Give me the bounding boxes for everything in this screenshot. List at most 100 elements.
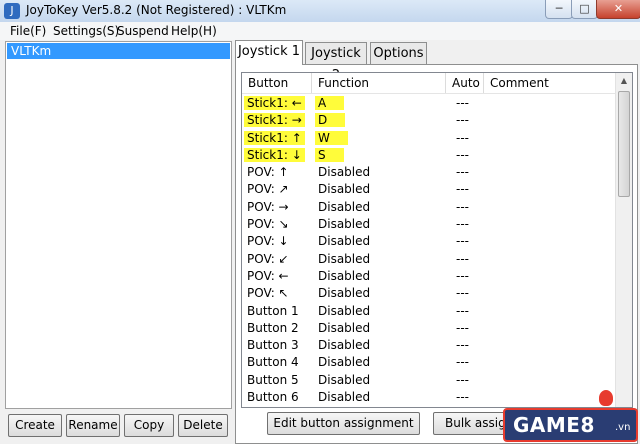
table-row[interactable]: POV: ↙ Disabled --- (242, 251, 615, 268)
logo-brand: GAME8 (513, 413, 595, 437)
row-auto-cell: --- (456, 303, 469, 318)
row-auto-cell: --- (456, 165, 469, 180)
menu-file[interactable]: File(F) (10, 24, 46, 38)
row-function-cell: Disabled (318, 234, 371, 249)
menu-settings[interactable]: Settings(S) (53, 24, 119, 38)
scroll-thumb[interactable] (618, 91, 630, 197)
row-button-cell: Button 3 (247, 338, 299, 353)
menu-bar: File(F) Settings(S) Suspend Help(H) (0, 22, 640, 40)
row-button-cell: POV: ↖ (247, 286, 289, 301)
row-function-cell: Disabled (318, 268, 371, 283)
row-auto-cell: --- (456, 372, 469, 387)
title-bar: J JoyToKey Ver5.8.2 (Not Registered) : V… (0, 0, 640, 23)
row-button-cell: POV: ↓ (247, 234, 289, 249)
header-auto[interactable]: Auto (446, 73, 484, 93)
row-button-cell: POV: ↙ (247, 251, 289, 266)
row-function-cell: Disabled (318, 182, 371, 197)
table-row[interactable]: Stick1: ← A --- (242, 95, 615, 112)
assignment-table[interactable]: Button Function Auto Comment Stick1: ← A -… (241, 72, 633, 408)
table-row[interactable]: POV: ↗ Disabled --- (242, 181, 615, 198)
vertical-scrollbar[interactable]: ▲ (615, 73, 632, 407)
row-button-cell: Button 5 (247, 372, 299, 387)
row-button-cell: POV: ↗ (247, 182, 289, 197)
row-function-cell: D (315, 113, 346, 128)
row-button-cell: Stick1: ← (244, 96, 305, 110)
game8-logo: GAME8 .vn (503, 408, 638, 442)
tab-joystick-1[interactable]: Joystick 1 (235, 40, 303, 65)
header-comment[interactable]: Comment (484, 73, 615, 93)
row-function-cell: Disabled (318, 165, 371, 180)
row-button-cell: Button 6 (247, 390, 299, 405)
table-row[interactable]: Button 2 Disabled --- (242, 320, 615, 337)
row-auto-cell: --- (456, 286, 469, 301)
table-row[interactable]: Stick1: → D --- (242, 112, 615, 129)
row-function-cell: W (315, 130, 348, 145)
table-row[interactable]: Button 5 Disabled --- (242, 372, 615, 389)
row-function-cell: S (315, 147, 344, 162)
row-auto-cell: --- (456, 217, 469, 232)
delete-button[interactable]: Delete (178, 414, 228, 437)
table-row[interactable]: Stick1: ↓ S --- (242, 147, 615, 164)
row-button-cell: Button 2 (247, 320, 299, 335)
row-auto-cell: --- (456, 338, 469, 353)
row-auto-cell: --- (456, 234, 469, 249)
header-button[interactable]: Button (242, 73, 312, 93)
row-function-cell: Disabled (318, 286, 371, 301)
scroll-up-icon[interactable]: ▲ (618, 75, 630, 87)
row-auto-cell: --- (456, 320, 469, 335)
create-button[interactable]: Create (8, 414, 62, 437)
row-button-cell: Button 1 (247, 303, 299, 318)
window-title: JoyToKey Ver5.8.2 (Not Registered) : VLT… (26, 3, 287, 17)
tab-joystick-2[interactable]: Joystick 2 (305, 42, 367, 83)
row-button-cell: Stick1: → (244, 113, 305, 128)
flame-icon (599, 390, 613, 406)
close-button[interactable]: ✕ (596, 0, 640, 19)
table-body: Stick1: ← A --- Stick1: → D --- Stick1: ↑ W --- S… (242, 95, 615, 406)
table-row[interactable]: POV: ← Disabled --- (242, 268, 615, 285)
header-function[interactable]: Function (312, 73, 446, 93)
rename-button[interactable]: Rename (66, 414, 120, 437)
table-row[interactable]: Button 4 Disabled --- (242, 354, 615, 371)
table-row[interactable]: Button 1 Disabled --- (242, 303, 615, 320)
tab-options[interactable]: Options (370, 42, 427, 64)
row-function-cell: Disabled (318, 372, 371, 387)
menu-help[interactable]: Help(H) (171, 24, 217, 38)
table-row[interactable]: Button 3 Disabled --- (242, 337, 615, 354)
row-auto-cell: --- (456, 113, 469, 128)
row-button-cell: POV: ↑ (247, 165, 289, 180)
maximize-button[interactable]: □ (571, 0, 598, 19)
row-auto-cell: --- (456, 390, 469, 405)
config-list[interactable]: VLTKm (5, 41, 232, 409)
table-row[interactable]: POV: ↘ Disabled --- (242, 216, 615, 233)
table-row[interactable]: Button 6 Disabled --- (242, 389, 615, 406)
table-row[interactable]: POV: ↖ Disabled --- (242, 285, 615, 302)
row-auto-cell: --- (456, 268, 469, 283)
row-function-cell: Disabled (318, 320, 371, 335)
menu-suspend[interactable]: Suspend (117, 24, 169, 38)
edit-button-assignment-button[interactable]: Edit button assignment (267, 412, 420, 435)
table-row[interactable]: POV: → Disabled --- (242, 199, 615, 216)
table-row[interactable]: POV: ↓ Disabled --- (242, 233, 615, 250)
row-function-cell: Disabled (318, 390, 371, 405)
copy-button[interactable]: Copy (124, 414, 174, 437)
row-button-cell: POV: ↘ (247, 217, 289, 232)
row-auto-cell: --- (456, 251, 469, 266)
row-button-cell: POV: ← (247, 268, 289, 283)
row-auto-cell: --- (456, 182, 469, 197)
row-auto-cell: --- (456, 130, 469, 145)
row-function-cell: Disabled (318, 217, 371, 232)
table-row[interactable]: Stick1: ↑ W --- (242, 130, 615, 147)
row-auto-cell: --- (456, 147, 469, 162)
table-header: Button Function Auto Comment (242, 73, 615, 94)
row-function-cell: Disabled (318, 355, 371, 370)
logo-tld: .vn (615, 422, 631, 433)
config-item-selected[interactable]: VLTKm (7, 43, 230, 59)
table-row[interactable]: POV: ↑ Disabled --- (242, 164, 615, 181)
row-function-cell: Disabled (318, 338, 371, 353)
minimize-button[interactable]: ─ (545, 0, 573, 19)
row-button-cell: Stick1: ↓ (244, 147, 305, 162)
app-icon: J (4, 3, 20, 19)
row-auto-cell: --- (456, 96, 469, 110)
row-function-cell: Disabled (318, 251, 371, 266)
row-function-cell: Disabled (318, 303, 371, 318)
